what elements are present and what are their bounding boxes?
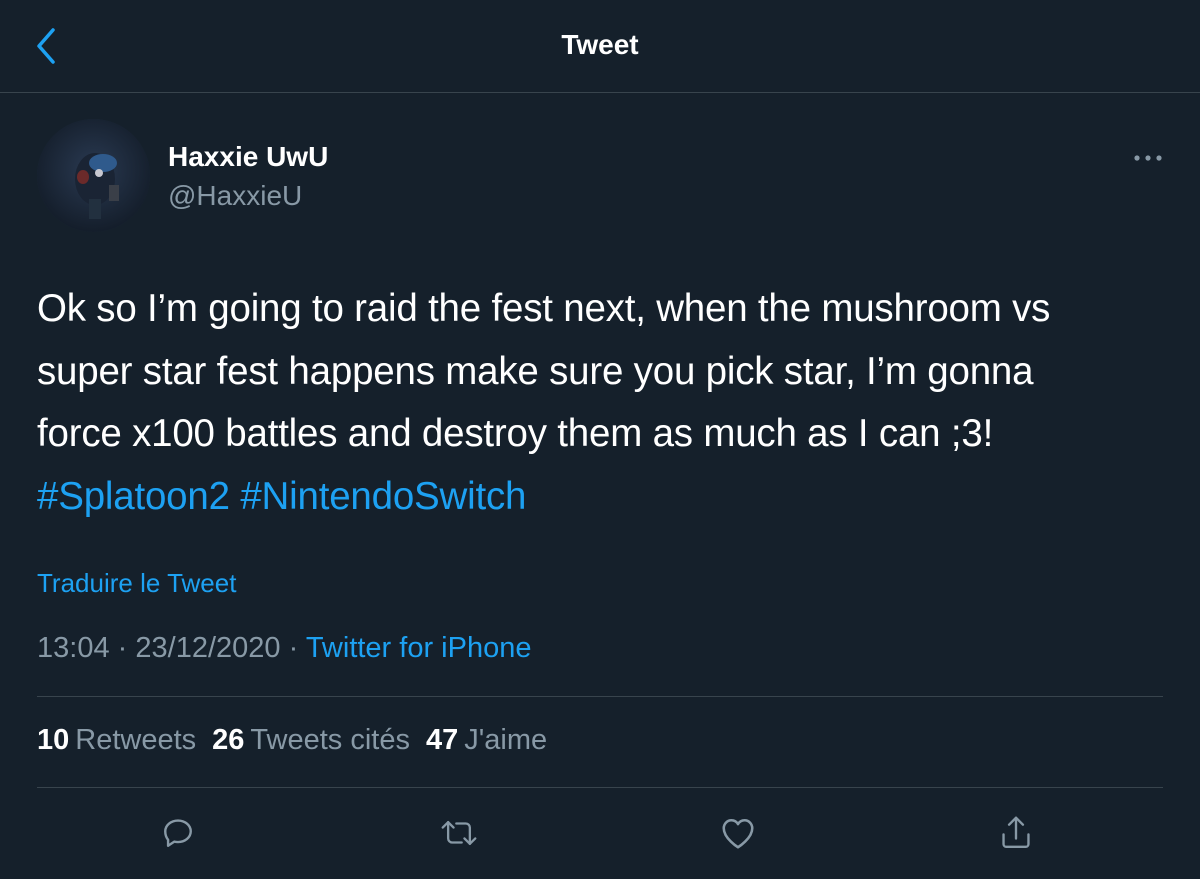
likes-stat[interactable]: 47 J'aime (426, 724, 547, 756)
likes-count: 47 (425, 724, 459, 756)
retweet-icon (441, 820, 477, 846)
share-icon (1002, 816, 1030, 849)
tweet-actions-bar (0, 805, 1200, 865)
author-handle[interactable]: @HaxxieU (168, 180, 302, 212)
tweet-detail-screen: Tweet Haxxie UwU @HaxxieU Ok so I’m goin… (0, 0, 1200, 879)
meta-separator: · (117, 632, 128, 664)
reply-icon (164, 819, 192, 847)
tweet-text-line: force x100 battles and destroy them as m… (37, 412, 994, 455)
retweets-stat[interactable]: 10 Retweets (37, 724, 196, 756)
hashtag-line: #Splatoon2 #NintendoSwitch (37, 466, 1167, 529)
hashtag-link[interactable]: #NintendoSwitch (240, 475, 526, 518)
top-bar: Tweet (0, 0, 1200, 93)
reply-button[interactable] (148, 805, 208, 861)
likes-label: J'aime (464, 724, 548, 756)
share-button[interactable] (986, 805, 1046, 861)
tweet-time: 13:04 (37, 632, 110, 664)
retweets-label: Retweets (75, 724, 197, 756)
more-horizontal-icon (1134, 155, 1162, 161)
divider (37, 696, 1163, 697)
like-button[interactable] (708, 805, 768, 861)
tweet-text-line: Ok so I’m going to raid the fest next, w… (37, 287, 1051, 330)
quote-tweets-stat[interactable]: 26 Tweets cités (212, 724, 410, 756)
retweets-count: 10 (37, 724, 70, 756)
author-display-name[interactable]: Haxxie UwU (168, 141, 328, 173)
meta-separator: · (288, 632, 299, 664)
tweet-text-line: super star fest happens make sure you pi… (37, 349, 1034, 393)
translate-tweet-link[interactable]: Traduire le Tweet (37, 568, 236, 599)
tweet-source-link[interactable]: Twitter for iPhone (306, 632, 532, 664)
quote-tweets-label: Tweets cités (250, 724, 410, 756)
tweet-metadata: 13:04 · 23/12/2020 · Twitter for iPhone (37, 632, 531, 665)
avatar-image (37, 119, 150, 232)
avatar[interactable] (37, 119, 150, 232)
tweet-date: 23/12/2020 (135, 632, 281, 664)
divider (37, 787, 1163, 788)
engagement-stats: 10 Retweets 26 Tweets cités 47 J'aime (37, 724, 563, 757)
tweet-text: Ok so I’m going to raid the fest next, w… (37, 278, 1167, 528)
like-icon (722, 818, 754, 849)
page-title: Tweet (561, 29, 639, 60)
hashtag-link[interactable]: #Splatoon2 (37, 475, 230, 518)
quote-tweets-count: 26 (212, 724, 245, 756)
more-options-button[interactable] (1126, 143, 1170, 173)
retweet-button[interactable] (429, 805, 489, 861)
